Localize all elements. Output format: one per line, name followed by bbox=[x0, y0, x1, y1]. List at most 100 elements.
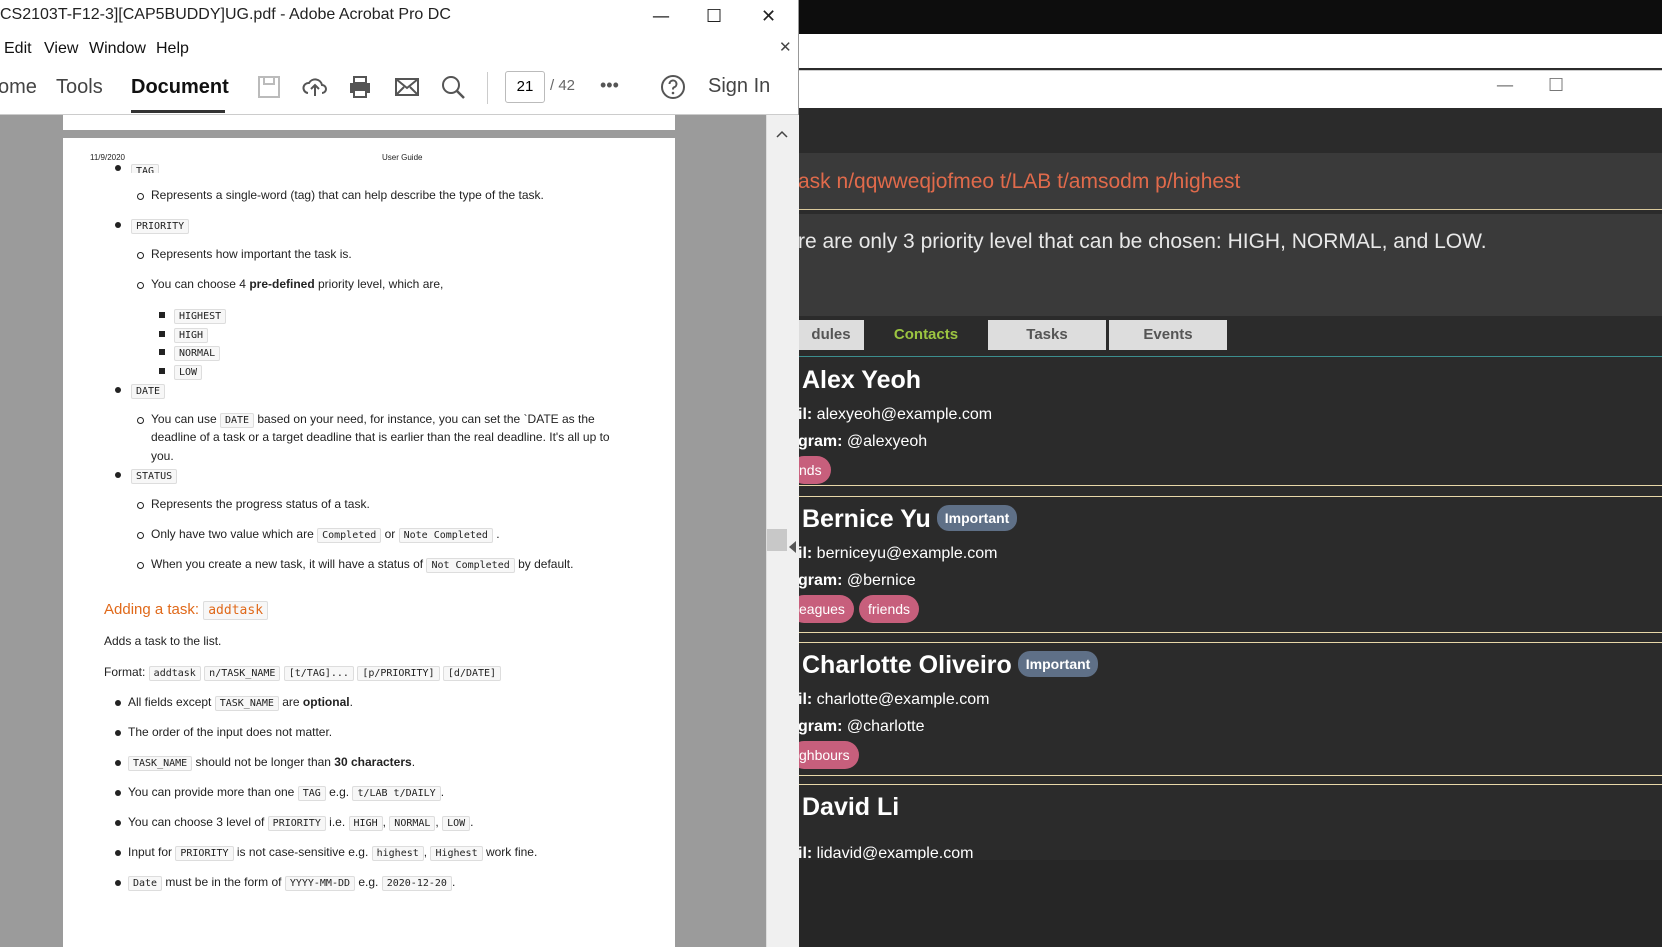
tab-home[interactable]: ome bbox=[0, 76, 37, 99]
telegram-label: gram: bbox=[798, 433, 843, 450]
search-icon[interactable] bbox=[440, 74, 466, 100]
scroll-up-icon[interactable] bbox=[775, 129, 789, 139]
app-window-controls-bar: — ☐ bbox=[798, 70, 1662, 109]
status-badge: Important bbox=[936, 505, 1018, 531]
tab-document[interactable]: Document bbox=[131, 76, 229, 99]
maximize-icon[interactable]: ☐ bbox=[1548, 75, 1564, 96]
collapse-panel-icon[interactable] bbox=[788, 540, 797, 554]
menu-edit[interactable]: Edit bbox=[4, 40, 32, 58]
text: You can choose 3 level of bbox=[128, 815, 268, 829]
command-input[interactable]: ask n/qqwweqjofmeo t/LAB t/amsodm p/high… bbox=[798, 170, 1240, 194]
tab-tasks[interactable]: Tasks bbox=[988, 320, 1106, 350]
email-label: il: bbox=[798, 691, 813, 708]
tab-events[interactable]: Events bbox=[1109, 320, 1227, 350]
tab-tools[interactable]: Tools bbox=[56, 76, 103, 99]
format-line: Format: addtask n/TASK_NAME [t/TAG]... [… bbox=[104, 665, 502, 681]
upload-cloud-icon[interactable] bbox=[302, 74, 328, 100]
command-box[interactable]: ask n/qqwweqjofmeo t/LAB t/amsodm p/high… bbox=[798, 153, 1662, 210]
sub-bullet bbox=[137, 532, 144, 539]
menu-window[interactable]: Window bbox=[89, 40, 146, 58]
field-status: STATUS bbox=[131, 468, 178, 484]
code-tag: TAG bbox=[131, 164, 160, 173]
text: e.g. bbox=[355, 875, 382, 889]
list-item[interactable]: Alex Yeoh il: alexyeoh@example.com gram:… bbox=[790, 358, 1662, 486]
code-priority: PRIORITY bbox=[267, 816, 326, 831]
bullet bbox=[115, 880, 121, 886]
vertical-scrollbar[interactable] bbox=[766, 115, 799, 947]
menu-help[interactable]: Help bbox=[156, 40, 189, 58]
code-format: n/TASK_NAME bbox=[204, 666, 281, 681]
telegram-value: @alexyeoh bbox=[846, 433, 928, 450]
code-status: STATUS bbox=[131, 469, 178, 484]
rule-tags: You can provide more than one TAG e.g. t… bbox=[128, 785, 444, 801]
print-icon[interactable] bbox=[347, 74, 373, 100]
bullet bbox=[115, 700, 121, 706]
close-icon[interactable]: ✕ bbox=[761, 6, 776, 27]
text: Input for bbox=[128, 845, 176, 859]
minimize-icon[interactable]: — bbox=[652, 6, 670, 27]
previous-page-tail bbox=[63, 115, 675, 130]
date-line3: you. bbox=[151, 449, 174, 463]
tab-contacts[interactable]: Contacts bbox=[866, 320, 986, 350]
status-desc3: When you create a new task, it will have… bbox=[151, 557, 574, 573]
code-highest-lower: highest bbox=[371, 846, 424, 861]
close-document-icon[interactable]: ✕ bbox=[779, 38, 792, 56]
list-item[interactable]: David Li il: lidavid@example.com bbox=[798, 784, 1662, 861]
more-tools-icon[interactable]: ••• bbox=[600, 75, 619, 96]
bullet bbox=[115, 850, 121, 856]
acrobat-window: CS2103T-F12-3][CAP5BUDDY]UG.pdf - Adobe … bbox=[0, 0, 799, 947]
code-normal: NORMAL bbox=[174, 346, 221, 361]
text: When you create a new task, it will have… bbox=[151, 557, 427, 571]
tab-modules[interactable]: dules bbox=[798, 320, 864, 350]
code-date: DATE bbox=[131, 384, 166, 399]
maximize-icon[interactable]: ☐ bbox=[706, 6, 722, 27]
contact-telegram: gram: @charlotte bbox=[798, 718, 925, 736]
scrollbar-thumb[interactable] bbox=[767, 529, 787, 551]
code-task-name: TASK_NAME bbox=[214, 696, 279, 711]
contact-email: il: charlotte@example.com bbox=[798, 691, 989, 709]
list-item[interactable]: Bernice Yu Important il: berniceyu@exampl… bbox=[790, 496, 1662, 633]
sub-bullet bbox=[137, 252, 144, 259]
contact-name: Charlotte Oliveiro bbox=[802, 651, 1012, 679]
priority-level: NORMAL bbox=[174, 345, 221, 361]
code-low: LOW bbox=[442, 816, 471, 831]
code-highest: HIGHEST bbox=[174, 309, 227, 324]
text: by default. bbox=[514, 557, 574, 571]
save-icon[interactable] bbox=[256, 74, 282, 100]
date-line2: deadline of a task or a target deadline … bbox=[151, 430, 610, 444]
text: . bbox=[470, 815, 474, 829]
text: should not be longer than bbox=[192, 755, 335, 769]
status-badge: Important bbox=[1017, 651, 1099, 677]
contacts-app-window: — ☐ ask n/qqwweqjofmeo t/LAB t/amsodm p/… bbox=[790, 0, 1662, 947]
code-date-format: YYYY-MM-DD bbox=[284, 876, 356, 891]
sub-bullet bbox=[137, 282, 144, 289]
page-header-date: 11/9/2020 bbox=[90, 153, 125, 162]
contact-email: il: lidavid@example.com bbox=[798, 845, 973, 861]
page-number-input[interactable]: 21 bbox=[505, 71, 545, 103]
text: All fields except bbox=[128, 695, 215, 709]
code-highest-title: Highest bbox=[430, 846, 483, 861]
telegram-label: gram: bbox=[798, 718, 843, 735]
menu-view[interactable]: View bbox=[44, 40, 78, 58]
text: You can choose 4 bbox=[151, 277, 250, 291]
toolbar: ome Tools Document 21 / 42 ••• Sign In bbox=[0, 62, 798, 115]
desktop-strip bbox=[798, 0, 1662, 34]
square-bullet bbox=[159, 368, 165, 374]
square-bullet bbox=[159, 349, 165, 355]
priority-level: LOW bbox=[174, 364, 203, 380]
email-label: il: bbox=[798, 545, 813, 562]
email-icon[interactable] bbox=[394, 74, 420, 100]
code-addtask: addtask bbox=[203, 601, 269, 620]
rule-length: TASK_NAME should not be longer than 30 c… bbox=[128, 755, 415, 771]
code-tag-example: t/LAB t/DAILY bbox=[352, 786, 441, 801]
priority-choose-text: You can choose 4 pre-defined priority le… bbox=[151, 277, 443, 291]
help-icon[interactable] bbox=[660, 74, 686, 100]
minimize-icon[interactable]: — bbox=[1496, 75, 1514, 96]
sign-in-link[interactable]: Sign In bbox=[708, 75, 770, 98]
rule-priority-levels: You can choose 3 level of PRIORITY i.e. … bbox=[128, 815, 474, 831]
code-date: DATE bbox=[219, 413, 255, 428]
list-item[interactable]: Charlotte Oliveiro Important il: charlott… bbox=[790, 642, 1662, 776]
text: based on your need, for instance, you ca… bbox=[254, 412, 595, 426]
email-value: berniceyu@example.com bbox=[816, 545, 998, 562]
code-priority: PRIORITY bbox=[131, 219, 190, 234]
